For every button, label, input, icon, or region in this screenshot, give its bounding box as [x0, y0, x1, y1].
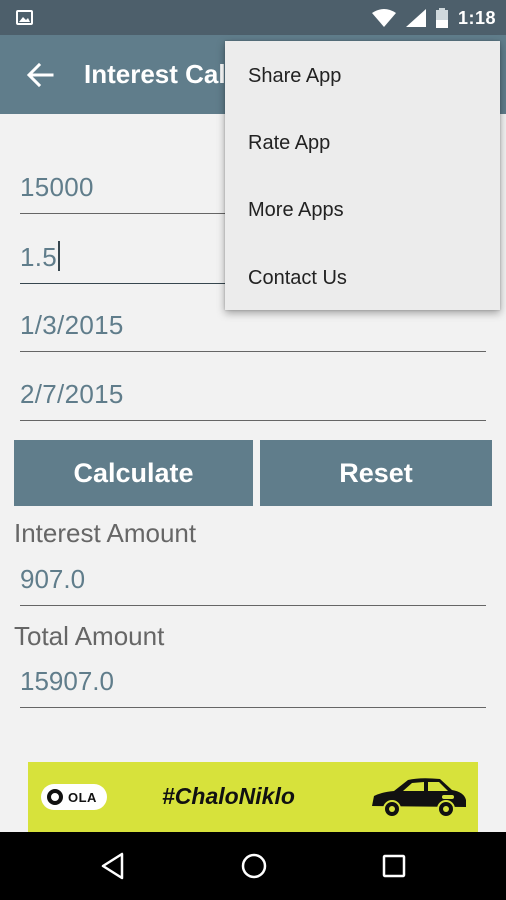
overflow-menu: Share App Rate App More Apps Contact Us [225, 41, 500, 310]
menu-item-more-apps[interactable]: More Apps [248, 199, 344, 222]
interest-amount-value: 907.0 [20, 564, 86, 594]
principal-value: 15000 [20, 172, 94, 202]
menu-item-share-app[interactable]: Share App [248, 65, 341, 88]
gallery-notification-icon [16, 10, 33, 25]
ola-brand: OLA [68, 789, 97, 805]
total-amount-value: 15907.0 [20, 666, 114, 696]
status-bar: 1:18 [0, 0, 506, 35]
menu-item-contact-us[interactable]: Contact Us [248, 267, 347, 290]
back-arrow-icon[interactable] [26, 61, 54, 89]
ad-banner[interactable]: OLA #ChaloNiklo [28, 762, 478, 832]
back-nav-icon[interactable] [101, 852, 125, 880]
cell-signal-icon [405, 9, 426, 27]
ola-logo: OLA [41, 784, 107, 810]
text-cursor [58, 241, 61, 271]
menu-item-rate-app[interactable]: Rate App [248, 132, 330, 155]
recents-nav-icon[interactable] [381, 852, 407, 880]
interest-amount-label: Interest Amount [14, 518, 197, 548]
reset-button[interactable]: Reset [260, 440, 492, 506]
ola-ring-icon [47, 789, 63, 805]
total-amount-label: Total Amount [14, 621, 165, 651]
car-icon [372, 778, 466, 818]
wifi-icon [371, 9, 396, 27]
to-date-value: 2/7/2015 [20, 379, 124, 409]
to-date-field[interactable]: 2/7/2015 [20, 365, 486, 421]
interest-amount-field: 907.0 [20, 558, 486, 606]
home-nav-icon[interactable] [240, 852, 268, 880]
battery-icon [435, 8, 448, 28]
rate-value: 1.5 [20, 242, 58, 272]
navigation-bar [0, 832, 506, 900]
from-date-value: 1/3/2015 [20, 310, 124, 340]
clock: 1:18 [457, 7, 496, 28]
calculate-button[interactable]: Calculate [14, 440, 253, 506]
total-amount-field: 15907.0 [20, 660, 486, 708]
ad-tagline: #ChaloNiklo [162, 783, 295, 809]
